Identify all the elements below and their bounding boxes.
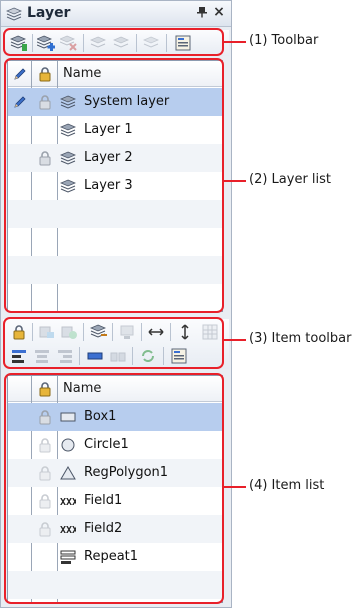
layers-icon — [6, 7, 22, 21]
item-toolbar-callout-box — [3, 317, 224, 369]
item-toolbar-callout-label: (3) Item toolbar — [249, 331, 352, 346]
toolbar-callout-box — [3, 28, 224, 56]
item-toolbar-callout-line — [224, 339, 246, 341]
toolbar-callout-label: (1) Toolbar — [249, 33, 319, 48]
item-list-callout-box — [4, 373, 224, 604]
pin-icon[interactable] — [195, 6, 209, 20]
item-list-callout-label: (4) Item list — [249, 478, 325, 493]
panel-title: Layer — [27, 5, 71, 21]
panel-title-bar: Layer × — [1, 1, 231, 27]
toolbar-callout-line — [224, 41, 246, 43]
layer-list-callout-label: (2) Layer list — [249, 172, 332, 187]
close-icon[interactable]: × — [212, 5, 226, 19]
layer-list-callout-box — [4, 58, 224, 313]
layer-list-callout-line — [224, 180, 246, 182]
item-list-callout-line — [224, 486, 246, 488]
